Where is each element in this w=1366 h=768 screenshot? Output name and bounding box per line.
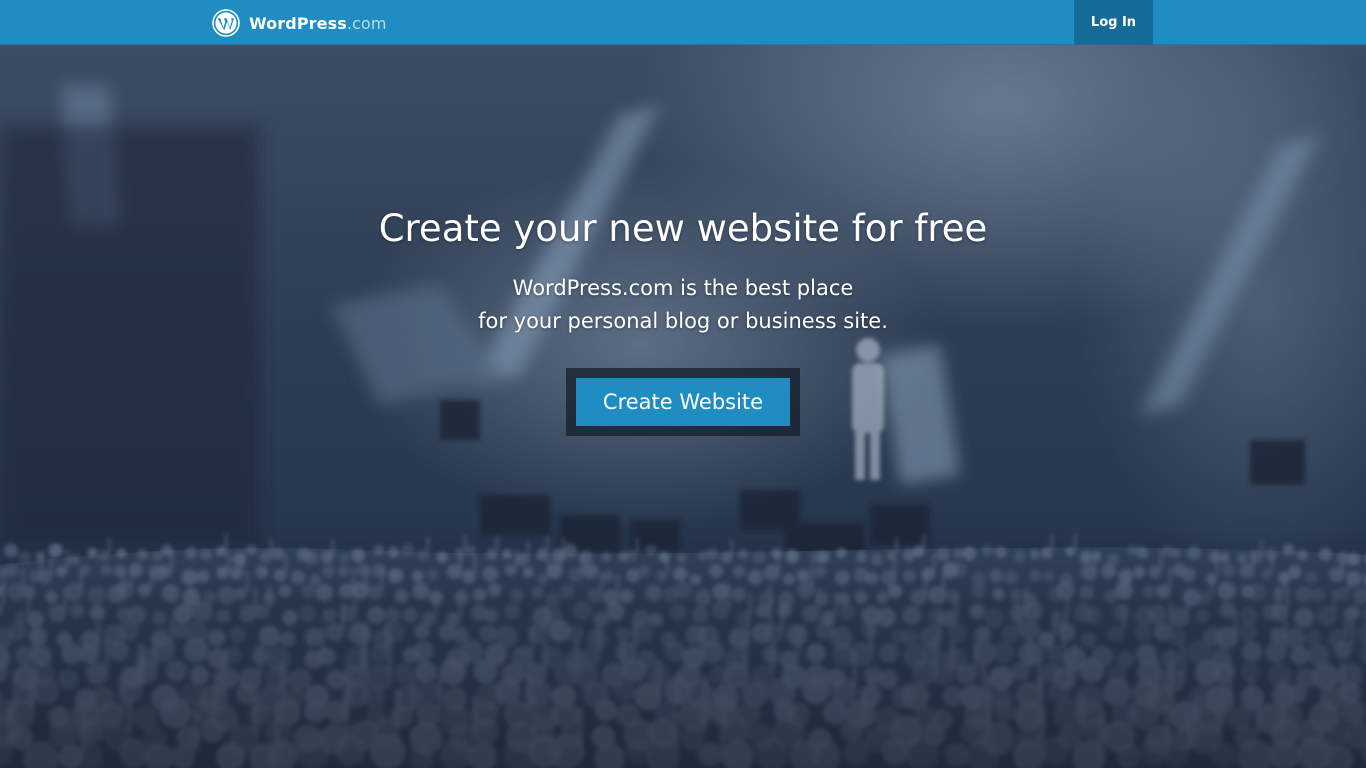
hero-subline-1: WordPress.com is the best place xyxy=(512,276,854,300)
hero-headline: Create your new website for free xyxy=(378,207,988,250)
brand-tld: .com xyxy=(346,13,387,33)
top-navigation-bar: WordPress.com Log In xyxy=(0,0,1366,45)
login-button[interactable]: Log In xyxy=(1074,0,1153,45)
cta-frame: Create Website xyxy=(566,368,800,436)
brand-name: WordPress xyxy=(249,13,347,33)
wordpress-logo-icon xyxy=(212,9,240,37)
hero-section: Create your new website for free WordPre… xyxy=(0,45,1366,768)
create-website-button[interactable]: Create Website xyxy=(576,378,790,426)
page: WordPress.com Log In Create your new web… xyxy=(0,0,1366,768)
hero-subline-2: for your personal blog or business site. xyxy=(478,309,888,333)
brand-home-link[interactable]: WordPress.com xyxy=(212,9,387,37)
brand-wordmark: WordPress.com xyxy=(249,14,387,33)
